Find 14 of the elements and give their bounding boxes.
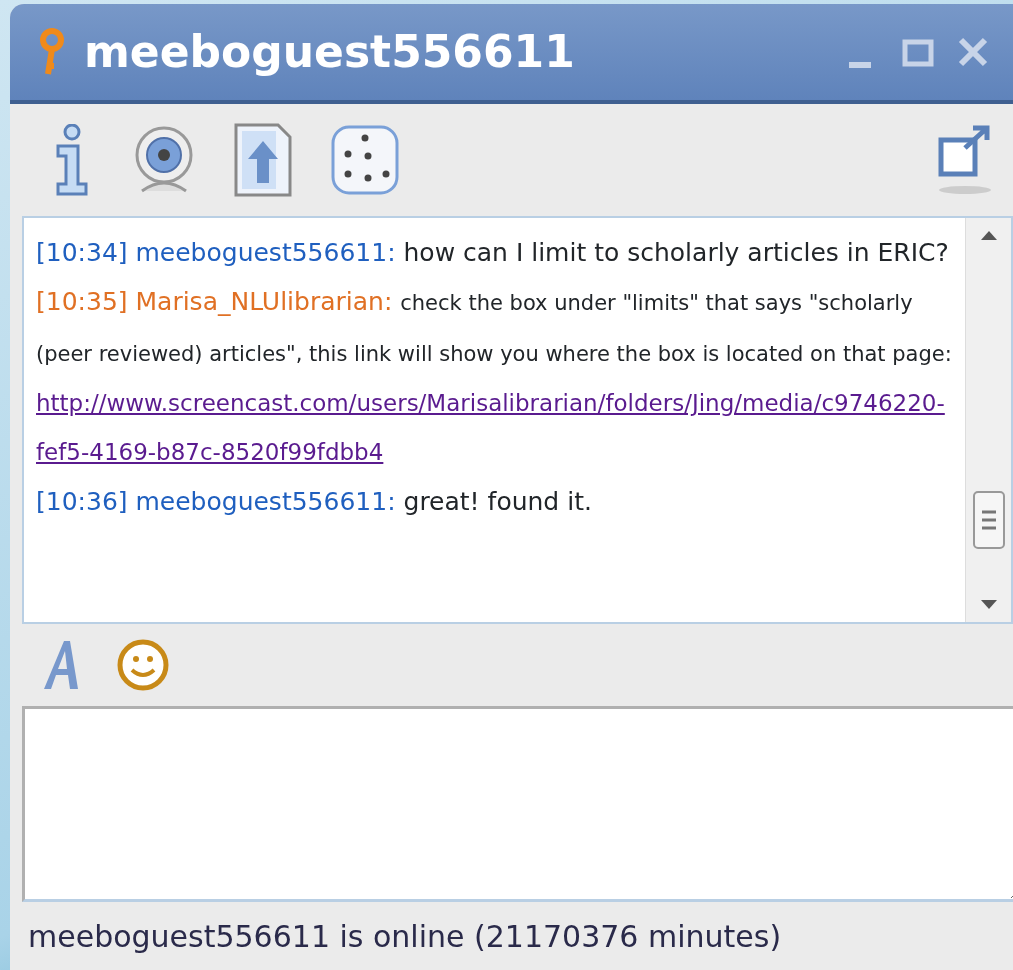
scrollbar[interactable] [965, 218, 1011, 622]
status-text: meeboguest556611 is online (21170376 minutes) [28, 917, 782, 956]
chat-message: [10:36] meeboguest556611: great! found it. [36, 486, 593, 518]
chat-message: [10:34] meeboguest556611: how can I limit to scholarly articles in ERIC? [36, 237, 950, 269]
window-title: meeboguest556611 [84, 25, 575, 79]
chat-message: [10:35] Marisa_NLUlibrarian: check the box under "limits" that says "scholarly (peer reviewed) articles", this link will show you where the box is located on that page: [36, 286, 953, 368]
key-icon [38, 28, 66, 76]
scroll-thumb-icon[interactable] [971, 490, 1006, 550]
smiley-icon[interactable] [116, 638, 170, 692]
dice-icon[interactable] [330, 124, 400, 196]
file-upload-icon[interactable] [234, 123, 292, 197]
message-link[interactable]: http://www.screencast.com/users/Marisalibrarian/folders/Jing/media/c9746220-fef5-4169-b87c-8520f99fdbb4 [36, 379, 955, 477]
popout-icon[interactable] [937, 124, 993, 196]
message-input[interactable] [22, 706, 1013, 902]
